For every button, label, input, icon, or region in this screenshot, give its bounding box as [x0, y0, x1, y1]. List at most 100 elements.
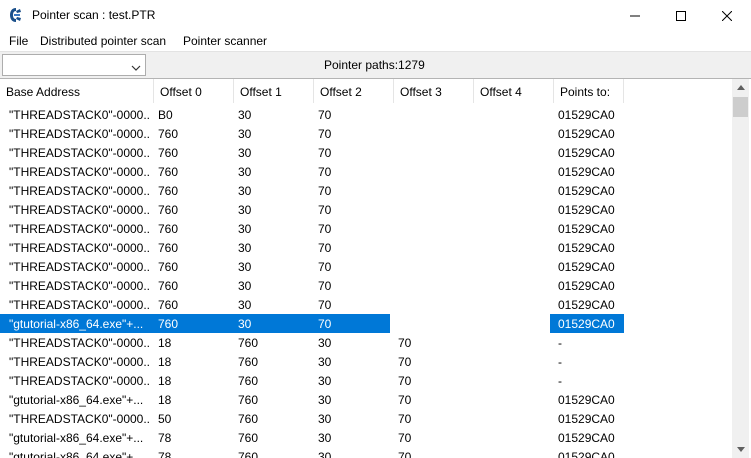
cell-points-to: -	[558, 374, 562, 388]
cell-points-to: 01529CA0	[558, 279, 615, 293]
cell-offset-4	[470, 352, 550, 371]
scrollbar-thumb[interactable]	[733, 97, 748, 117]
cell-offset-3	[390, 181, 470, 200]
cell-base-address: "THREADSTACK0"-0000...	[9, 298, 150, 312]
cell-offset-1: 30	[238, 222, 252, 236]
cell-base-address: "THREADSTACK0"-0000...	[9, 241, 150, 255]
pointer-list[interactable]: Base Address Offset 0 Offset 1 Offset 2 …	[0, 78, 751, 458]
cell-offset-3	[390, 276, 470, 295]
table-row[interactable]: "THREADSTACK0"-0000... 760 30 70 01529CA0	[0, 257, 732, 276]
table-row[interactable]: "THREADSTACK0"-0000... 760 30 70 01529CA0	[0, 124, 732, 143]
minimize-button[interactable]	[612, 0, 658, 31]
cell-points-to: 01529CA0	[558, 146, 615, 160]
cell-offset-2: 70	[318, 108, 332, 122]
cell-base-address: "THREADSTACK0"-0000...	[9, 127, 150, 141]
cell-offset-1: 760	[238, 374, 259, 388]
table-row[interactable]: "THREADSTACK0"-0000... 760 30 70 01529CA0	[0, 200, 732, 219]
table-header: Base Address Offset 0 Offset 1 Offset 2 …	[0, 79, 732, 103]
table-row[interactable]: "gtutorial-x86_64.exe"+... 78 760 30 70 01529…	[0, 428, 732, 447]
chevron-down-icon[interactable]	[131, 61, 141, 75]
cell-offset-2: 30	[318, 450, 332, 458]
cell-offset-2: 30	[318, 412, 332, 426]
cell-offset-0: 760	[158, 165, 179, 179]
cell-offset-4	[470, 219, 550, 238]
cell-offset-2: 30	[318, 374, 332, 388]
cell-points-to: 01529CA0	[558, 203, 615, 217]
menu-pointer-scanner[interactable]: Pointer scanner	[183, 34, 267, 48]
table-row[interactable]: "THREADSTACK0"-0000... 760 30 70 01529CA0	[0, 295, 732, 314]
cell-offset-2: 30	[318, 393, 332, 407]
cell-offset-2: 70	[318, 241, 332, 255]
close-button[interactable]	[704, 0, 750, 31]
cell-offset-1: 30	[238, 298, 252, 312]
scroll-down-icon[interactable]	[732, 441, 749, 458]
cell-offset-3	[390, 314, 470, 333]
cell-offset-0: 760	[158, 146, 179, 160]
cell-offset-4	[470, 257, 550, 276]
maximize-button[interactable]	[658, 0, 704, 31]
cell-offset-2: 70	[318, 260, 332, 274]
cell-base-address: "THREADSTACK0"-0000...	[9, 355, 150, 369]
cell-offset-3: 70	[398, 374, 412, 388]
table-row[interactable]: "THREADSTACK0"-0000... B0 30 70 01529CA0	[0, 105, 732, 124]
column-header-offset-3[interactable]: Offset 3	[394, 79, 474, 103]
table-row[interactable]: "THREADSTACK0"-0000... 760 30 70 01529CA0	[0, 276, 732, 295]
cell-offset-1: 760	[238, 336, 259, 350]
cell-offset-2: 70	[318, 184, 332, 198]
table-row[interactable]: "THREADSTACK0"-0000... 760 30 70 01529CA0	[0, 219, 732, 238]
cell-points-to: 01529CA0	[558, 450, 615, 458]
column-header-points-to[interactable]: Points to:	[554, 79, 624, 103]
table-row[interactable]: "gtutorial-x86_64.exe"+... 78 760 30 70 01529…	[0, 447, 732, 458]
cell-base-address: "gtutorial-x86_64.exe"+...	[9, 393, 144, 407]
cell-offset-0: 760	[158, 298, 179, 312]
cell-base-address: "THREADSTACK0"-0000...	[9, 203, 150, 217]
cell-offset-1: 30	[238, 260, 252, 274]
cell-points-to: 01529CA0	[558, 165, 615, 179]
cell-offset-0: 760	[158, 260, 179, 274]
cell-offset-3: 70	[398, 412, 412, 426]
window-title: Pointer scan : test.PTR	[32, 8, 156, 22]
cell-points-to: 01529CA0	[558, 298, 615, 312]
table-row[interactable]: "THREADSTACK0"-0000... 760 30 70 01529CA0	[0, 238, 732, 257]
table-row[interactable]: "THREADSTACK0"-0000... 760 30 70 01529CA0	[0, 143, 732, 162]
table-row[interactable]: "THREADSTACK0"-0000... 18 760 30 70 -	[0, 371, 732, 390]
minimize-icon	[630, 11, 640, 21]
cell-base-address: "gtutorial-x86_64.exe"+...	[9, 450, 144, 458]
column-header-offset-1[interactable]: Offset 1	[234, 79, 314, 103]
cell-offset-0: 18	[158, 393, 172, 407]
cell-offset-4	[470, 276, 550, 295]
table-row[interactable]: "THREADSTACK0"-0000... 50 760 30 70 01529CA0	[0, 409, 732, 428]
menu-distributed-pointer-scan[interactable]: Distributed pointer scan	[40, 34, 166, 48]
table-row[interactable]: "gtutorial-x86_64.exe"+... 760 30 70 01529CA…	[0, 314, 732, 333]
column-header-offset-0[interactable]: Offset 0	[154, 79, 234, 103]
cell-offset-4	[470, 390, 550, 409]
cell-offset-3	[390, 105, 470, 124]
column-header-offset-2[interactable]: Offset 2	[314, 79, 394, 103]
cell-offset-0: 760	[158, 184, 179, 198]
toolbar: Pointer paths:1279	[0, 51, 751, 78]
cell-base-address: "THREADSTACK0"-0000...	[9, 374, 150, 388]
cell-offset-1: 30	[238, 108, 252, 122]
cell-offset-0: 760	[158, 203, 179, 217]
cell-offset-2: 70	[318, 222, 332, 236]
cell-offset-4	[470, 162, 550, 181]
cell-offset-4	[470, 143, 550, 162]
scroll-up-icon[interactable]	[732, 79, 749, 96]
table-row[interactable]: "THREADSTACK0"-0000... 760 30 70 01529CA0	[0, 162, 732, 181]
cell-offset-4	[470, 333, 550, 352]
menu-file[interactable]: File	[9, 34, 28, 48]
filter-combo[interactable]	[2, 54, 146, 76]
cell-offset-3	[390, 219, 470, 238]
table-row[interactable]: "THREADSTACK0"-0000... 18 760 30 70 -	[0, 352, 732, 371]
vertical-scrollbar[interactable]	[732, 79, 749, 458]
column-header-base-address[interactable]: Base Address	[0, 79, 154, 103]
table-row[interactable]: "gtutorial-x86_64.exe"+... 18 760 30 70 01529…	[0, 390, 732, 409]
cell-offset-3	[390, 257, 470, 276]
cell-points-to: 01529CA0	[558, 412, 615, 426]
table-row[interactable]: "THREADSTACK0"-0000... 18 760 30 70 -	[0, 333, 732, 352]
cell-offset-3	[390, 143, 470, 162]
column-header-offset-4[interactable]: Offset 4	[474, 79, 554, 103]
cell-offset-2: 70	[318, 146, 332, 160]
table-row[interactable]: "THREADSTACK0"-0000... 760 30 70 01529CA0	[0, 181, 732, 200]
cell-offset-0: 760	[158, 222, 179, 236]
